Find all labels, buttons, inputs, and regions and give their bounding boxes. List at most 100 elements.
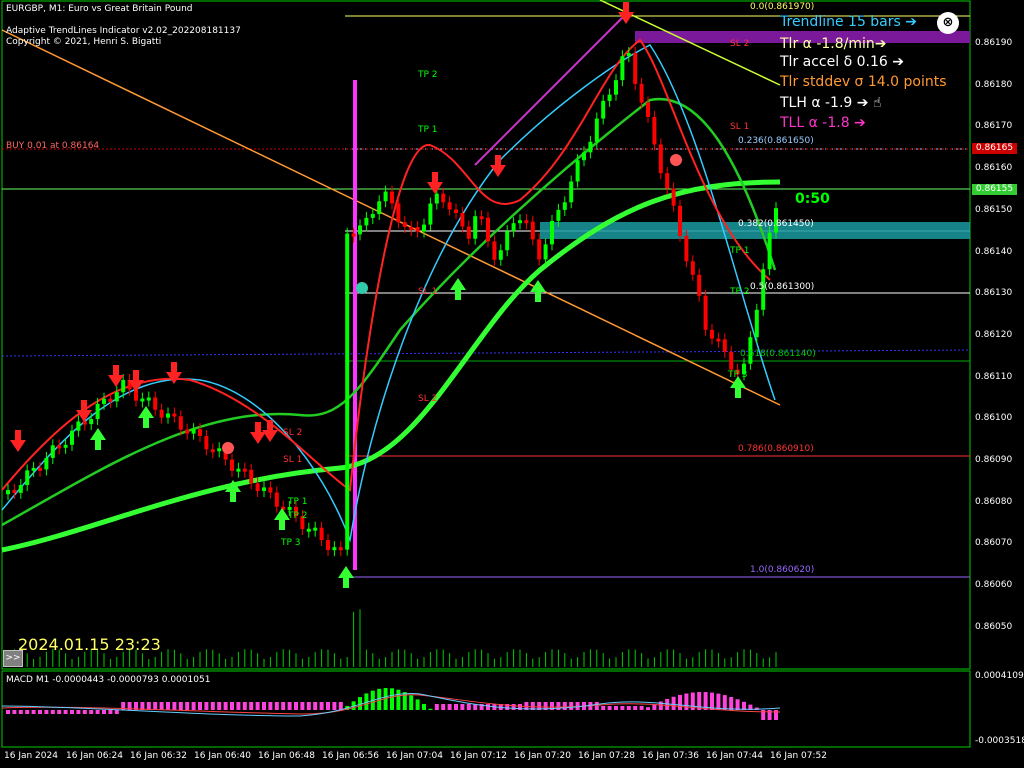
tp-label: TP 2 bbox=[730, 287, 750, 297]
info-tlr-stddev: Tlr stddev σ 14.0 points bbox=[780, 74, 947, 90]
time-axis-label: 16 Jan 07:12 bbox=[450, 751, 507, 761]
candle-body bbox=[716, 338, 721, 342]
tp-label: TP 3 bbox=[728, 370, 748, 380]
time-axis-label: 16 Jan 07:52 bbox=[770, 751, 827, 761]
macd-bar bbox=[607, 706, 612, 710]
macd-bar bbox=[198, 702, 202, 710]
candle-body bbox=[646, 102, 650, 117]
price-axis-label: 0.86190 bbox=[975, 38, 1013, 48]
macd-bar bbox=[415, 699, 420, 710]
macd-bar bbox=[50, 710, 55, 714]
tp-label: TP 1 bbox=[288, 497, 308, 507]
time-axis-label: 16 Jan 07:28 bbox=[578, 751, 635, 761]
macd-bar bbox=[70, 710, 74, 714]
candle-body bbox=[684, 235, 689, 262]
macd-bar bbox=[409, 695, 414, 710]
candle-body bbox=[422, 224, 426, 232]
info-tlr-alpha: Tlr α -1.8/min➔ bbox=[780, 36, 887, 52]
time-axis-label: 16 Jan 06:32 bbox=[130, 751, 187, 761]
sl-label: SL 2 bbox=[418, 394, 438, 404]
time-axis-label: 16 Jan 07:36 bbox=[642, 751, 699, 761]
macd-bar bbox=[102, 710, 106, 714]
price-axis-label: 0.86180 bbox=[975, 79, 1013, 90]
macd-bar bbox=[716, 693, 721, 710]
candle-body bbox=[550, 220, 554, 245]
candle-body bbox=[172, 413, 177, 417]
price-axis-label: 0.86130 bbox=[975, 288, 1013, 299]
info-tll-alpha: TLL α -1.8 ➔ bbox=[780, 115, 866, 131]
candle-body bbox=[76, 421, 81, 431]
candle-body bbox=[236, 468, 241, 472]
candle-body bbox=[697, 274, 702, 296]
macd-bar bbox=[671, 696, 676, 710]
candle-body bbox=[562, 202, 567, 210]
sell-arrow-icon bbox=[490, 155, 506, 177]
macd-bar bbox=[38, 710, 42, 714]
sl-label: SL 2 bbox=[730, 39, 750, 49]
fib-label-1: 1.0(0.860620) bbox=[750, 565, 815, 575]
candle-body bbox=[70, 430, 74, 445]
candle-body bbox=[57, 445, 62, 449]
candle-body bbox=[441, 193, 446, 203]
signal-markers bbox=[10, 2, 746, 588]
macd-bar bbox=[12, 710, 17, 714]
macd-bar bbox=[441, 704, 446, 710]
candle-body bbox=[722, 339, 727, 352]
macd-bar bbox=[159, 702, 164, 710]
candle-body bbox=[498, 250, 503, 260]
time-axis-label: 16 Jan 07:44 bbox=[706, 751, 763, 761]
candle-body bbox=[262, 487, 266, 491]
candle-body bbox=[326, 540, 330, 551]
price-axis-label: 0.86080 bbox=[975, 496, 1013, 507]
macd-bar bbox=[153, 702, 158, 710]
candle-body bbox=[25, 470, 30, 486]
candle-body bbox=[415, 227, 420, 232]
macd-bar bbox=[108, 710, 113, 714]
macd-bottom-value: -0.0003518 bbox=[975, 736, 1024, 746]
macd-bar bbox=[178, 702, 183, 710]
candle-body bbox=[428, 203, 433, 225]
sl-label: SL 1 bbox=[730, 122, 750, 132]
candlestick-series bbox=[6, 47, 778, 557]
price-axis-label: 0.86050 bbox=[975, 621, 1013, 632]
macd-bar bbox=[31, 710, 36, 714]
candle-body bbox=[518, 220, 522, 224]
candle-body bbox=[166, 413, 170, 418]
macd-bar bbox=[447, 704, 452, 710]
macd-bar bbox=[146, 702, 151, 710]
candle-body bbox=[607, 94, 612, 101]
macd-bar bbox=[230, 702, 234, 710]
scroll-to-end-button[interactable]: >> bbox=[3, 650, 23, 667]
sell-arrow-icon bbox=[10, 430, 26, 452]
candle-body bbox=[505, 231, 510, 251]
macd-bar bbox=[82, 710, 87, 714]
candle-body bbox=[402, 222, 407, 227]
macd-bar bbox=[620, 706, 625, 710]
info-tlr-accel: Tlr accel δ 0.16 ➔ bbox=[780, 54, 904, 70]
candle-body bbox=[569, 181, 574, 203]
candle-body bbox=[242, 468, 247, 472]
candle-body bbox=[44, 457, 49, 470]
buy-arrow-icon bbox=[90, 428, 106, 450]
macd-bar bbox=[57, 710, 62, 714]
candle-body bbox=[6, 490, 10, 495]
fib-label-382: 0.382(0.861450) bbox=[738, 219, 814, 229]
candle-body bbox=[652, 116, 657, 145]
price-axis-label: 0.86100 bbox=[975, 413, 1013, 424]
candle-body bbox=[524, 220, 529, 224]
candle-body bbox=[486, 217, 490, 242]
buy-order-label[interactable]: BUY 0.01 at 0.86164 bbox=[6, 141, 99, 152]
candle-body bbox=[18, 485, 23, 493]
macd-bar bbox=[460, 704, 465, 710]
candle-body bbox=[63, 444, 68, 448]
tp-label: TP 2 bbox=[418, 70, 438, 80]
logo-icon: ⊗ bbox=[937, 12, 959, 34]
candle-body bbox=[767, 232, 772, 270]
candle-body bbox=[140, 398, 145, 402]
candle-body bbox=[121, 380, 126, 393]
candle-body bbox=[754, 309, 759, 338]
candle-body bbox=[614, 80, 618, 95]
candle-body bbox=[588, 141, 593, 153]
time-axis-label: 16 Jan 06:24 bbox=[66, 751, 123, 761]
macd-bar bbox=[601, 706, 606, 710]
